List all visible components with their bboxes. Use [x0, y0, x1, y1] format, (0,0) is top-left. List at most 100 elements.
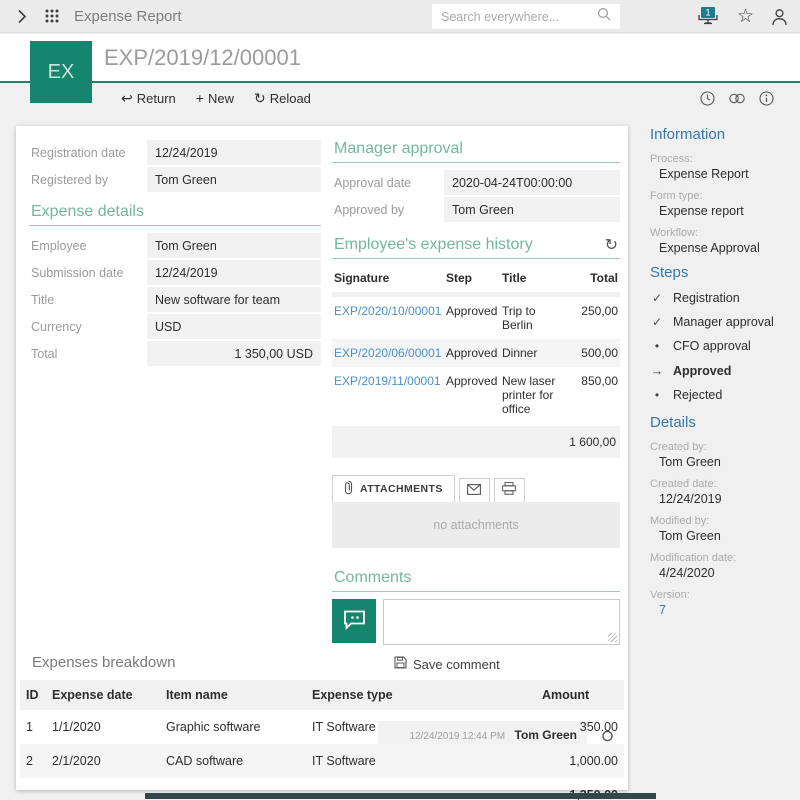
check-icon: ✓ [650, 291, 664, 305]
envelope-icon [467, 482, 481, 500]
search-icon [597, 7, 611, 26]
no-attachments-text: no attachments [433, 518, 518, 532]
field-label: Total [29, 341, 147, 366]
field-label: Registered by [29, 167, 147, 192]
sidebar-label: Workflow: [650, 227, 795, 239]
expense-history-table: Signature Step Title Total EXP/2020/10/0… [332, 264, 620, 423]
reload-button[interactable]: ↻ Reload [254, 90, 311, 107]
form-type-tile: EX [30, 41, 92, 103]
section-header-manager-approval: Manager approval [332, 136, 620, 163]
link-icon[interactable] [728, 93, 746, 104]
new-button[interactable]: + New [196, 90, 234, 106]
field-value: USD [147, 314, 321, 339]
step-item-current: → Approved [650, 363, 795, 378]
info-icon[interactable] [759, 91, 774, 106]
section-header-expense-history: Employee's expense history ↻ [332, 224, 620, 259]
sidebar-value: Tom Green [659, 455, 795, 469]
search-placeholder: Search everywhere... [441, 10, 597, 24]
bullet-icon: • [650, 388, 664, 402]
bullet-icon: • [650, 339, 664, 353]
step-item: ✓ Registration [650, 291, 795, 305]
field-label: Registration date [29, 140, 147, 165]
history-signature-link[interactable]: EXP/2020/10/00001 [332, 295, 444, 340]
sidebar-value: 4/24/2020 [659, 566, 795, 580]
section-header-expense-details: Expense details [29, 194, 321, 226]
favorites-star-icon[interactable]: ☆ [737, 7, 754, 26]
field-value: 2020-04-24T00:00:00 [444, 170, 620, 195]
field-row: Submission date 12/24/2019 [29, 260, 321, 285]
sidebar-value: Expense report [659, 204, 795, 218]
field-row: Title New software for team [29, 287, 321, 312]
sidebar-value: Expense Approval [659, 241, 795, 255]
reload-icon: ↻ [254, 90, 266, 107]
sidebar-label: Form type: [650, 190, 795, 202]
breakdown-title: Expenses breakdown [32, 654, 624, 671]
history-header-row: Signature Step Title Total [332, 264, 620, 295]
history-row: EXP/2019/11/00001 Approved New laser pri… [332, 367, 620, 423]
field-row: Total 1 350,00 USD [29, 341, 321, 366]
history-signature-link[interactable]: EXP/2019/11/00001 [332, 367, 444, 423]
field-label: Currency [29, 314, 147, 339]
field-row: Currency USD [29, 314, 321, 339]
sidebar-label: Modification date: [650, 552, 795, 564]
version-link[interactable]: 7 [659, 603, 795, 617]
sidebar-section-steps: Steps [650, 264, 795, 281]
tab-email[interactable] [459, 478, 490, 502]
svg-text:1: 1 [705, 7, 710, 17]
history-clock-icon[interactable] [700, 91, 715, 106]
breakdown-row: 2 2/1/2020 CAD software IT Software 1,00… [20, 744, 624, 778]
printer-icon [502, 482, 516, 500]
breakdown-header-row: ID Expense date Item name Expense type A… [20, 680, 624, 710]
field-value: 12/24/2019 [147, 260, 321, 285]
tab-print[interactable] [494, 478, 525, 502]
paperclip-icon [344, 480, 353, 498]
topbar-icons: 1 ☆ [696, 0, 788, 33]
page-title: EXP/2019/12/00001 [104, 45, 301, 71]
arrow-right-icon: → [650, 363, 664, 378]
sidebar-section-details: Details [650, 414, 795, 431]
app-launcher-icon[interactable] [44, 8, 60, 24]
attachments-empty-area: no attachments [332, 502, 620, 548]
section-header-comments: Comments [332, 560, 620, 592]
history-row: EXP/2020/06/00001 Approved Dinner 500,00 [332, 339, 620, 367]
return-button[interactable]: ↩ Return [121, 90, 176, 107]
history-signature-link[interactable]: EXP/2020/06/00001 [332, 339, 444, 367]
field-row: Registered by Tom Green [29, 167, 321, 192]
sidebar-label: Process: [650, 153, 795, 165]
search-input[interactable]: Search everywhere... [432, 4, 620, 29]
field-value: Tom Green [444, 197, 620, 222]
app-title: Expense Report [74, 8, 182, 25]
tab-attachments[interactable]: ATTACHMENTS [332, 475, 455, 502]
refresh-icon[interactable]: ↻ [605, 238, 618, 254]
form-left-column: Registration date 12/24/2019 Registered … [29, 140, 321, 368]
notifications-icon[interactable]: 1 [696, 6, 720, 27]
attachment-tabs: ATTACHMENTS [332, 475, 620, 502]
bottom-bar [145, 793, 656, 799]
step-label: Rejected [673, 388, 722, 402]
step-item: • Rejected [650, 388, 795, 402]
field-label: Employee [29, 233, 147, 258]
return-icon: ↩ [121, 90, 133, 107]
breakdown-table: ID Expense date Item name Expense type A… [20, 680, 624, 800]
step-label: Registration [673, 291, 740, 305]
user-profile-icon[interactable] [771, 8, 788, 26]
sidebar-label: Created date: [650, 478, 795, 490]
sidebar-label: Created by: [650, 441, 795, 453]
history-total: 1 600,00 [332, 426, 620, 458]
comment-textarea[interactable] [383, 599, 620, 645]
field-row: Approved by Tom Green [332, 197, 620, 222]
app-screen: Expense Report Search everywhere... 1 ☆ [0, 0, 800, 800]
info-sidebar: Information Process: Expense Report Form… [640, 126, 795, 626]
sidebar-label: Version: [650, 589, 795, 601]
field-label: Submission date [29, 260, 147, 285]
topbar: Expense Report Search everywhere... 1 ☆ [0, 0, 800, 33]
sidebar-value: Tom Green [659, 529, 795, 543]
expand-menu-icon[interactable] [17, 9, 27, 24]
expenses-breakdown: Expenses breakdown ID Expense date Item … [20, 654, 624, 800]
workflow-steps: ✓ Registration ✓ Manager approval • CFO … [650, 291, 795, 402]
comment-button[interactable] [332, 599, 376, 643]
resize-handle[interactable] [608, 633, 617, 642]
sidebar-section-information: Information [650, 126, 795, 143]
form-type-initials: EX [48, 61, 75, 84]
field-value: 12/24/2019 [147, 140, 321, 165]
